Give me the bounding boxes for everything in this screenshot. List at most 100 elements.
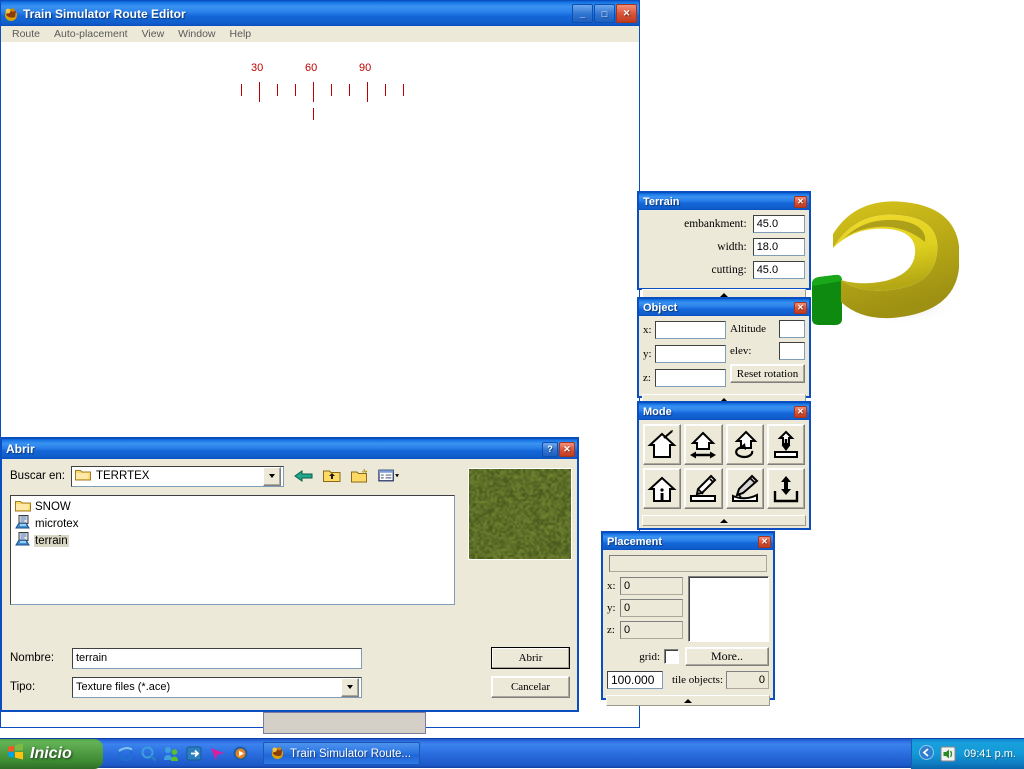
reset-rotation-button[interactable]: Reset rotation	[730, 364, 805, 383]
placement-step-input[interactable]: 100.000	[607, 671, 663, 689]
menu-help[interactable]: Help	[223, 28, 259, 40]
mode-panel-titlebar: Mode ✕	[639, 403, 809, 420]
move-object-icon	[688, 430, 718, 460]
tile-objects-value: 0	[726, 671, 769, 689]
placement-row-z: z: 0	[607, 620, 683, 639]
tray-volume-icon[interactable]	[940, 746, 956, 762]
mode-move-object[interactable]	[684, 424, 722, 465]
file-name-input[interactable]: terrain	[72, 648, 362, 669]
object-panel-body: x: y: z: Altitude elev: Reset rotation	[639, 316, 809, 392]
object-panel: Object ✕ x: y: z: Altitude elev:	[637, 297, 811, 398]
chevron-left-icon[interactable]	[919, 745, 934, 763]
help-button[interactable]: ?	[542, 442, 558, 457]
terrain-panel-close-button[interactable]: ✕	[794, 196, 807, 208]
media-player-icon[interactable]	[232, 745, 249, 762]
object-elev-input[interactable]	[779, 342, 805, 360]
open-dialog-close-button[interactable]: ✕	[559, 442, 575, 457]
new-folder-icon[interactable]	[350, 466, 371, 486]
windows-flag-icon	[7, 743, 24, 765]
list-item[interactable]: SNOW	[13, 498, 452, 515]
look-in-combo[interactable]: TERRTEX	[71, 466, 284, 487]
placement-y-input[interactable]: 0	[620, 599, 683, 617]
object-row-y: y:	[643, 344, 726, 364]
placement-name-field[interactable]	[609, 555, 767, 572]
place-object-icon	[647, 430, 677, 460]
mode-lower-terrain[interactable]	[767, 424, 805, 465]
ruler-tick	[295, 84, 296, 96]
object-y-input[interactable]	[655, 345, 726, 363]
chevron-down-icon[interactable]	[341, 678, 359, 697]
views-menu-icon[interactable]	[378, 466, 399, 486]
object-x-label: x:	[643, 324, 655, 336]
search-icon[interactable]	[140, 745, 157, 762]
chevron-down-icon[interactable]	[263, 467, 281, 486]
route-ruler: 306090	[233, 62, 413, 122]
msn-messenger-icon[interactable]	[163, 745, 180, 762]
menu-auto-placement[interactable]: Auto-placement	[47, 28, 135, 40]
file-type-label: Tipo:	[10, 681, 72, 693]
winamp-icon[interactable]	[209, 745, 226, 762]
embankment-input[interactable]: 45.0	[753, 215, 805, 233]
minimize-button[interactable]: _	[572, 4, 593, 23]
mode-raise-lower-terrain[interactable]	[767, 468, 805, 509]
placement-panel-close-button[interactable]: ✕	[758, 536, 771, 548]
width-input[interactable]: 18.0	[753, 238, 805, 256]
placement-object-list[interactable]	[688, 576, 769, 642]
show-desktop-icon[interactable]	[186, 745, 203, 762]
object-panel-titlebar: Object ✕	[639, 299, 809, 316]
mode-draw-terrain[interactable]	[726, 468, 764, 509]
mode-place-object[interactable]	[643, 424, 681, 465]
cutting-input[interactable]: 45.0	[753, 261, 805, 279]
placement-z-input[interactable]: 0	[620, 621, 683, 639]
file-type-combo[interactable]: Texture files (*.ace)	[72, 677, 362, 698]
open-dialog-toolbar	[294, 466, 399, 486]
file-name-row: Nombre: terrain Abrir	[10, 647, 569, 669]
open-button[interactable]: Abrir	[491, 647, 570, 669]
object-elev-label: elev:	[730, 345, 776, 357]
placement-x-label: x:	[607, 580, 620, 592]
mode-object-info[interactable]	[643, 468, 681, 509]
ruler-tick	[385, 84, 386, 96]
placement-panel-title: Placement	[607, 536, 757, 548]
placement-y-label: y:	[607, 602, 620, 614]
ruler-tick	[349, 84, 350, 96]
placement-coords: x: 0 y: 0 z: 0	[607, 576, 683, 642]
cancel-button[interactable]: Cancelar	[491, 676, 570, 698]
start-button[interactable]: Inicio	[0, 739, 103, 769]
grid-checkbox[interactable]	[664, 649, 679, 664]
back-arrow-icon[interactable]	[294, 466, 315, 486]
object-x-input[interactable]	[655, 321, 726, 339]
object-panel-close-button[interactable]: ✕	[794, 302, 807, 314]
menu-view[interactable]: View	[135, 28, 172, 40]
mode-panel-collapse-handle[interactable]	[642, 515, 806, 526]
taskbar-clock[interactable]: 09:41 p.m.	[964, 748, 1016, 760]
close-button[interactable]: ✕	[616, 4, 637, 23]
look-in-label: Buscar en:	[10, 470, 65, 482]
object-altitude-area: Altitude elev: Reset rotation	[726, 320, 805, 388]
placement-x-input[interactable]: 0	[620, 577, 683, 595]
menu-route[interactable]: Route	[5, 28, 47, 40]
placement-row-y: y: 0	[607, 598, 683, 617]
internet-explorer-icon[interactable]	[117, 745, 134, 762]
mode-paint-terrain[interactable]	[684, 468, 722, 509]
object-row-elev: elev:	[730, 342, 805, 360]
mode-rotate-object[interactable]	[726, 424, 764, 465]
grid-label: grid:	[607, 651, 664, 663]
taskbar-item-train-simulator[interactable]: Train Simulator Route...	[263, 742, 420, 765]
mode-panel-close-button[interactable]: ✕	[794, 406, 807, 418]
file-type-value: Texture files (*.ace)	[76, 681, 341, 693]
main-window-titlebar: Train Simulator Route Editor _ □ ✕	[1, 1, 639, 26]
placement-panel-titlebar: Placement ✕	[603, 533, 773, 550]
more-button[interactable]: More..	[685, 647, 769, 666]
list-item[interactable]: microtex	[13, 515, 452, 532]
ruler-tick	[313, 82, 314, 102]
placement-panel-collapse-handle[interactable]	[606, 695, 770, 706]
list-item[interactable]: terrain	[13, 532, 452, 549]
menu-window[interactable]: Window	[171, 28, 222, 40]
maximize-button[interactable]: □	[594, 4, 615, 23]
tile-objects-label: tile objects:	[672, 674, 723, 686]
object-altitude-input[interactable]	[779, 320, 805, 338]
file-list[interactable]: SNOW microtex te	[10, 495, 455, 605]
up-folder-icon[interactable]	[322, 466, 343, 486]
object-z-input[interactable]	[655, 369, 726, 387]
